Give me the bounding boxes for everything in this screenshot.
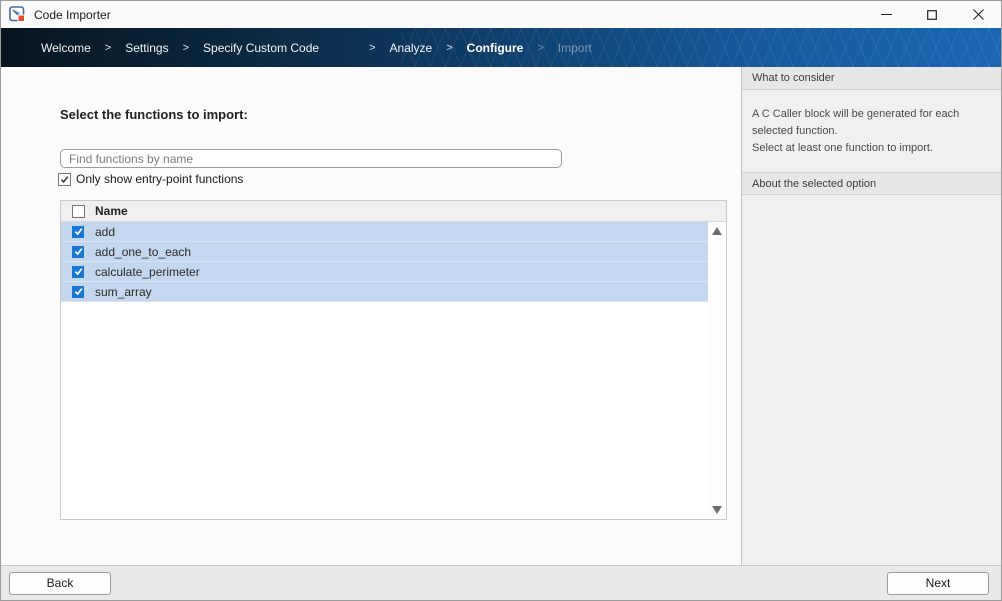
footer-bar: Back Next (1, 565, 1001, 600)
maximize-button[interactable] (909, 1, 955, 28)
scroll-down-icon[interactable] (712, 506, 722, 514)
wizard-step-configure[interactable]: Configure (467, 41, 524, 55)
next-button[interactable]: Next (887, 572, 989, 595)
table-row[interactable]: add_one_to_each (61, 242, 708, 262)
wizard-step-bar: Welcome > Settings > Specify Custom Code > Ana… (1, 28, 1001, 67)
window-controls (863, 1, 1001, 28)
scroll-up-icon[interactable] (712, 227, 722, 235)
function-name: sum_array (95, 285, 152, 299)
functions-table-body: add add_one_to_each calculate_perimetersum… (61, 222, 726, 519)
table-row[interactable]: add (61, 222, 708, 242)
app-icon (9, 6, 26, 23)
functions-table: Name add add_one_to_each calculate_perimet… (60, 200, 727, 520)
content-area: Select the functions to import: Only sho… (1, 67, 1001, 565)
sidebar-section-title: About the selected option (742, 172, 1001, 195)
wizard-step-specify-custom-code[interactable]: Specify Custom Code (203, 41, 319, 55)
help-sidebar: What to consider A C Caller block will be… (741, 67, 1001, 565)
function-name: add (95, 225, 115, 239)
entry-point-checkbox[interactable] (58, 173, 71, 186)
search-input[interactable] (60, 149, 562, 168)
step-separator-icon: > (446, 42, 452, 54)
step-separator-icon: > (369, 42, 375, 54)
function-checkbox[interactable] (72, 286, 84, 298)
sidebar-section-body (742, 195, 1001, 225)
entry-point-filter[interactable]: Only show entry-point functions (58, 172, 243, 186)
function-checkbox[interactable] (72, 246, 84, 258)
select-all-checkbox[interactable] (72, 205, 85, 218)
sidebar-section-title: What to consider (742, 67, 1001, 90)
minimize-button[interactable] (863, 1, 909, 28)
main-panel: Select the functions to import: Only sho… (1, 67, 741, 565)
page-title: Select the functions to import: (60, 107, 741, 122)
wizard-step-settings[interactable]: Settings (125, 41, 168, 55)
window-title: Code Importer (34, 8, 111, 22)
titlebar: Code Importer (1, 1, 1001, 28)
code-importer-window: Code Importer Welcome > Settings > Specify C… (0, 0, 1002, 601)
function-checkbox[interactable] (72, 226, 84, 238)
close-button[interactable] (955, 1, 1001, 28)
step-separator-icon: > (183, 42, 189, 54)
table-row[interactable]: sum_array (61, 282, 708, 302)
step-separator-icon: > (537, 42, 543, 54)
function-name: calculate_perimeter (95, 265, 200, 279)
wizard-step-analyze[interactable]: Analyze (390, 41, 433, 55)
sidebar-section-body: A C Caller block will be generated for e… (742, 90, 1001, 172)
step-separator-icon: > (105, 42, 111, 54)
back-button[interactable]: Back (9, 572, 111, 595)
functions-table-header: Name (61, 201, 726, 222)
sidebar-text-line: Select at least one function to import. (752, 140, 991, 157)
table-row[interactable]: calculate_perimeter (61, 262, 708, 282)
sidebar-text-line: A C Caller block will be generated for e… (752, 106, 991, 140)
table-scrollbar[interactable] (708, 222, 726, 519)
function-checkbox[interactable] (72, 266, 84, 278)
name-column-header: Name (95, 204, 128, 218)
wizard-step-welcome[interactable]: Welcome (41, 41, 91, 55)
entry-point-checkbox-label[interactable]: Only show entry-point functions (76, 172, 243, 186)
function-name: add_one_to_each (95, 245, 191, 259)
wizard-step-import[interactable]: Import (558, 41, 592, 55)
